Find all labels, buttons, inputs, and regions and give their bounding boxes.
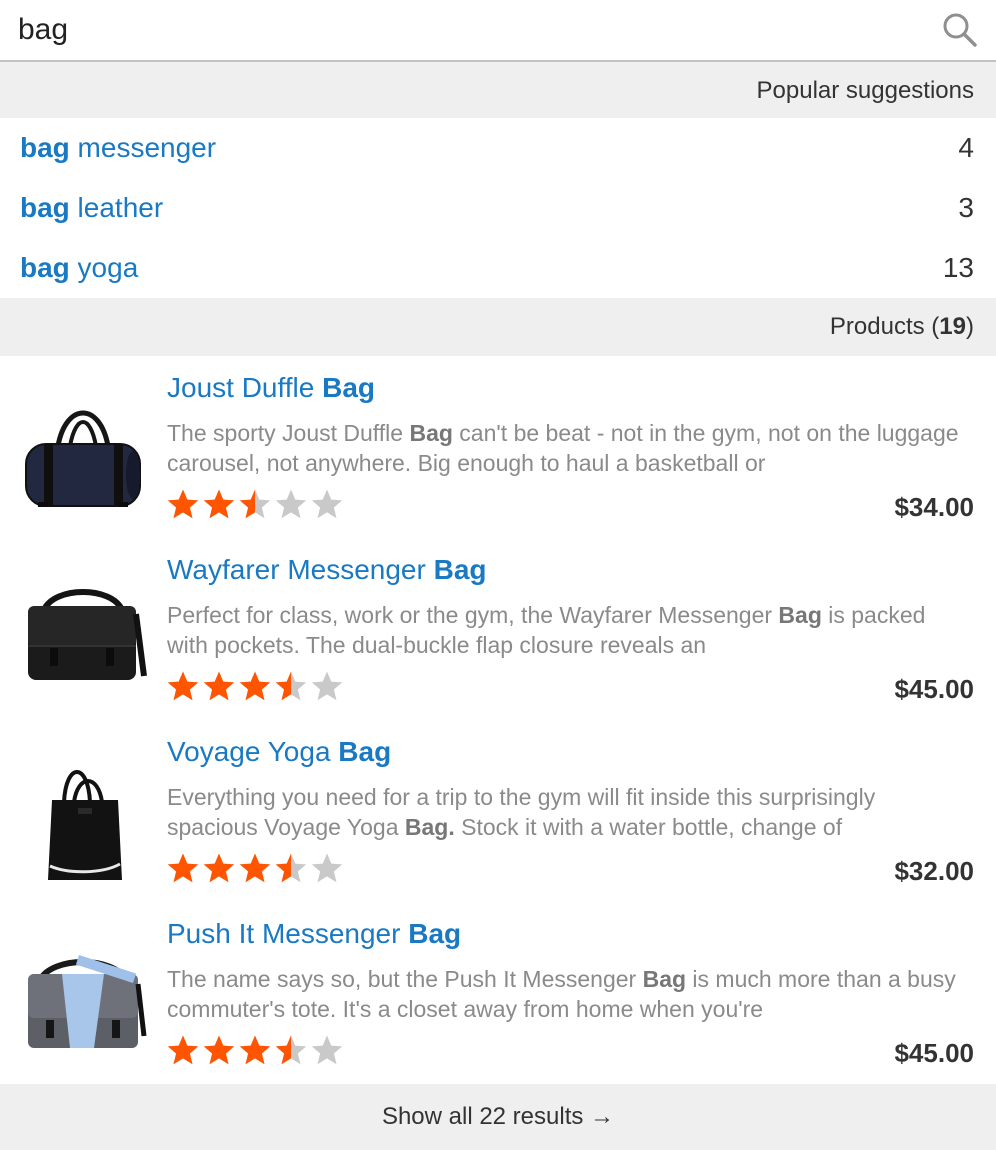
rating-stars-graphic bbox=[167, 489, 343, 519]
product-description: The sporty Joust Duffle Bag can't be bea… bbox=[167, 418, 967, 480]
products-header-close: ) bbox=[966, 313, 974, 340]
suggestion-term: bag messenger bbox=[20, 118, 216, 178]
product-title-text: Joust Duffle bbox=[167, 372, 323, 403]
product-description-highlight: Bag bbox=[409, 420, 453, 446]
rating-stars bbox=[166, 1034, 346, 1070]
star-icon bbox=[239, 853, 271, 883]
product-title[interactable]: Push It Messenger Bag bbox=[167, 918, 461, 950]
suggestions-header: Popular suggestions bbox=[0, 62, 996, 118]
star-icon bbox=[311, 1035, 343, 1065]
show-all-results-link[interactable]: Show all 22 results → bbox=[0, 1084, 996, 1150]
star-icon bbox=[167, 853, 199, 883]
star-icon bbox=[275, 489, 307, 519]
search-input[interactable] bbox=[0, 0, 930, 60]
rating-stars bbox=[166, 670, 346, 706]
suggestion-rest: messenger bbox=[69, 132, 217, 163]
messenger-bag-blue-icon bbox=[28, 954, 147, 1048]
star-icon bbox=[203, 853, 235, 883]
rating-stars bbox=[166, 852, 346, 888]
star-icon bbox=[275, 853, 307, 883]
star-icon bbox=[275, 671, 307, 701]
rating-stars-graphic bbox=[167, 853, 343, 883]
product-price: $32.00 bbox=[894, 856, 974, 886]
product-title[interactable]: Voyage Yoga Bag bbox=[167, 736, 391, 768]
product-title[interactable]: Wayfarer Messenger Bag bbox=[167, 554, 487, 586]
star-icon bbox=[203, 1035, 235, 1065]
rating-stars bbox=[166, 488, 346, 524]
suggestion-rest: leather bbox=[69, 192, 164, 223]
star-icon bbox=[167, 489, 199, 519]
suggestion-item[interactable]: bag leather 3 bbox=[0, 178, 996, 238]
suggestion-highlight: bag bbox=[20, 132, 70, 163]
product-item[interactable]: Push It Messenger Bag The name says so, … bbox=[0, 906, 996, 1088]
star-icon bbox=[311, 671, 343, 701]
product-image bbox=[18, 374, 148, 528]
product-item[interactable]: Wayfarer Messenger Bag Perfect for class… bbox=[0, 542, 996, 724]
suggestion-count: 4 bbox=[958, 132, 974, 163]
product-title-text: Voyage Yoga bbox=[167, 736, 339, 767]
product-image bbox=[18, 556, 148, 710]
product-description-text: The sporty Joust Duffle bbox=[167, 420, 410, 446]
product-image bbox=[18, 920, 148, 1074]
product-description-highlight: Bag bbox=[778, 602, 822, 628]
product-description-text: Stock it with a water bottle, change of bbox=[454, 814, 843, 840]
tote-bag-icon bbox=[48, 770, 122, 880]
star-icon bbox=[203, 489, 235, 519]
star-icon bbox=[239, 1035, 271, 1065]
product-price: $45.00 bbox=[894, 1038, 974, 1068]
product-description: Everything you need for a trip to the gy… bbox=[167, 782, 967, 844]
products-header-label: Products ( bbox=[829, 313, 940, 340]
duffle-bag-icon bbox=[25, 410, 141, 507]
product-description-text: The name says so, but the Push It Messen… bbox=[167, 966, 643, 992]
suggestion-term: bag leather bbox=[20, 178, 163, 238]
product-title-highlight: Bag bbox=[322, 372, 376, 403]
rating-stars-graphic bbox=[167, 671, 343, 701]
star-icon bbox=[239, 489, 271, 519]
product-title-highlight: Bag bbox=[408, 918, 462, 949]
product-description-highlight: Bag bbox=[642, 966, 687, 992]
product-title-text: Push It Messenger bbox=[167, 918, 409, 949]
product-title-text: Wayfarer Messenger bbox=[167, 554, 434, 585]
product-title[interactable]: Joust Duffle Bag bbox=[167, 372, 375, 404]
suggestion-highlight: bag bbox=[20, 252, 70, 283]
star-icon bbox=[167, 1035, 199, 1065]
star-icon bbox=[311, 853, 343, 883]
suggestion-highlight: bag bbox=[20, 192, 70, 223]
suggestion-count: 13 bbox=[942, 252, 974, 283]
product-image bbox=[18, 738, 148, 892]
products-count: 19 bbox=[939, 313, 966, 340]
product-item[interactable]: Voyage Yoga Bag Everything you need for … bbox=[0, 724, 996, 906]
products-header: Products (19) bbox=[0, 298, 996, 356]
suggestion-item[interactable]: bag messenger 4 bbox=[0, 118, 996, 178]
suggestion-rest: yoga bbox=[69, 252, 139, 283]
star-icon bbox=[167, 671, 199, 701]
product-title-highlight: Bag bbox=[433, 554, 487, 585]
search-bar bbox=[0, 0, 996, 62]
rating-stars-graphic bbox=[167, 1035, 343, 1065]
star-icon bbox=[239, 671, 271, 701]
product-price: $34.00 bbox=[894, 492, 974, 522]
product-description: The name says so, but the Push It Messen… bbox=[167, 964, 967, 1026]
star-icon bbox=[311, 489, 343, 519]
product-description-text: Perfect for class, work or the gym, the … bbox=[167, 602, 779, 628]
product-item[interactable]: Joust Duffle Bag The sporty Joust Duffle… bbox=[0, 360, 996, 542]
star-icon bbox=[275, 1035, 307, 1065]
product-price: $45.00 bbox=[894, 674, 974, 704]
messenger-bag-icon bbox=[28, 589, 147, 680]
product-description-highlight: Bag. bbox=[404, 814, 455, 840]
product-description: Perfect for class, work or the gym, the … bbox=[167, 600, 967, 662]
search-icon[interactable] bbox=[942, 12, 978, 48]
suggestion-count: 3 bbox=[958, 192, 974, 223]
suggestion-term: bag yoga bbox=[20, 238, 138, 298]
suggestion-item[interactable]: bag yoga 13 bbox=[0, 238, 996, 298]
product-title-highlight: Bag bbox=[338, 736, 392, 767]
star-icon bbox=[203, 671, 235, 701]
